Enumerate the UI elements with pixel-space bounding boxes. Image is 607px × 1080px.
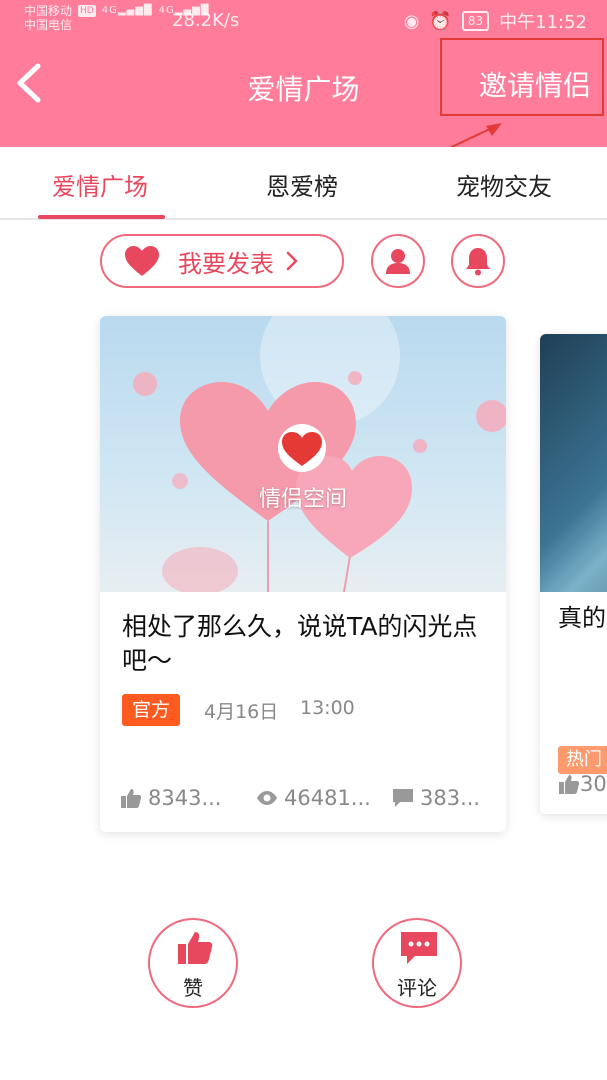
comment-count: 383... xyxy=(420,786,481,810)
thumbs-up-icon xyxy=(178,932,213,964)
battery-level: 83 xyxy=(467,14,484,28)
card-cover-image-2 xyxy=(540,334,607,592)
status-right: ◉ ⏰ 83 中午11:52 xyxy=(404,8,587,34)
thumbs-up-icon xyxy=(559,775,580,794)
post-time: 13:00 xyxy=(300,697,355,719)
tab-love-square[interactable]: 爱情广场 xyxy=(52,167,148,202)
thumbs-up-icon xyxy=(121,789,142,808)
topic-card-2[interactable]: 真的觉，出去此 热门 30 xyxy=(540,334,607,814)
carrier-secondary: 中国电信 xyxy=(24,18,73,32)
app-root: 中国移动 HD 4G▂▄▆█ 4G▂▄▆█ 中国电信 28.2K/s ◉ ⏰ 8… xyxy=(0,0,607,1080)
like-count-2: 30 xyxy=(580,772,607,796)
heart-icon xyxy=(125,246,159,276)
tab-bar: 爱情广场 恩爱榜 宠物交友 xyxy=(0,147,607,220)
bell-icon xyxy=(466,248,490,276)
view-stat: 46481... xyxy=(256,786,371,810)
comment-stat: 383... xyxy=(392,786,480,810)
like-button-label: 赞 xyxy=(183,976,203,1000)
post-button[interactable]: 我要发表 xyxy=(100,234,344,288)
network-speed: 28.2K/s xyxy=(172,10,240,31)
tab-love-ranking[interactable]: 恩爱榜 xyxy=(266,167,338,202)
eye-icon: ◉ xyxy=(403,10,420,32)
card-cover-image: 情侣空间 xyxy=(100,316,506,592)
signal-icon: 4G▂▄▆█ xyxy=(101,5,153,16)
annotation-highlight-box xyxy=(440,38,604,116)
like-stat-2: 30 xyxy=(558,772,607,796)
carrier-primary: 中国移动 xyxy=(24,4,73,18)
comment-icon xyxy=(393,789,413,807)
clock: 中午11:52 xyxy=(499,12,587,33)
like-button[interactable]: 赞 xyxy=(148,918,238,1008)
active-tab-indicator xyxy=(38,215,165,219)
profile-button[interactable] xyxy=(371,234,425,288)
tab-pet-friends[interactable]: 宠物交友 xyxy=(456,167,552,202)
balloon-hearts-illustration xyxy=(133,316,506,592)
user-icon xyxy=(386,249,410,274)
comment-button-label: 评论 xyxy=(397,976,437,1000)
alarm-icon: ⏰ xyxy=(429,10,452,32)
topic-card[interactable]: 情侣空间 相处了那么久，说说TA的闪光点吧～ 官方 4月16日 13:00 83… xyxy=(100,316,506,832)
comment-button[interactable]: 评论 xyxy=(372,918,462,1008)
post-button-label: 我要发表 xyxy=(178,249,274,278)
like-stat: 8343... xyxy=(120,786,221,810)
cover-caption: 情侣空间 xyxy=(258,487,347,512)
network-type-1: 4G xyxy=(101,5,118,16)
view-count: 46481... xyxy=(284,786,371,810)
status-bar: 中国移动 HD 4G▂▄▆█ 4G▂▄▆█ 中国电信 28.2K/s ◉ ⏰ 8… xyxy=(0,0,607,42)
battery-icon: 83 xyxy=(461,11,490,31)
post-date: 4月16日 xyxy=(204,701,279,723)
comment-icon xyxy=(401,932,437,964)
card-title-2: 真的觉，出去此 xyxy=(558,604,607,632)
official-tag: 官方 xyxy=(122,694,181,726)
eye-icon xyxy=(257,791,277,805)
card-title: 相处了那么久，说说TA的闪光点吧～ xyxy=(122,612,478,675)
notification-button[interactable] xyxy=(451,234,505,288)
chevron-right-icon xyxy=(286,251,298,271)
like-count: 8343... xyxy=(148,786,222,810)
card-stats: 8343... 46481... 383... xyxy=(120,786,490,816)
hd-badge: HD xyxy=(78,5,96,17)
hot-tag: 热门 xyxy=(558,746,607,774)
